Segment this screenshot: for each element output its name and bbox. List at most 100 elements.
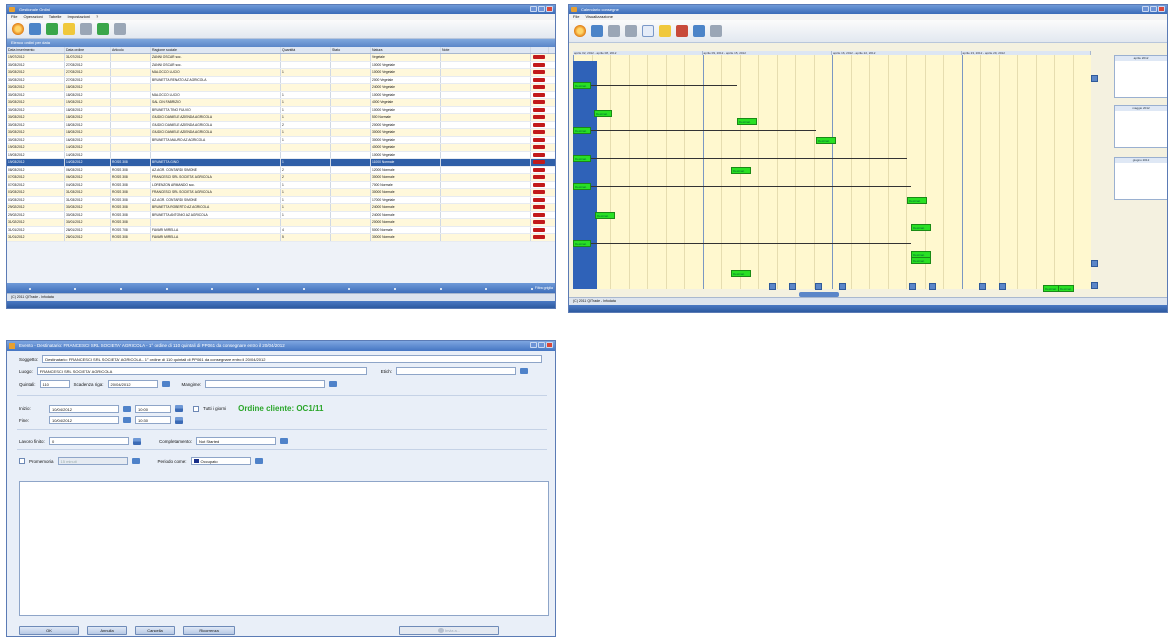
delete-row-button[interactable] bbox=[533, 85, 545, 89]
calendar-dropdown-icon[interactable] bbox=[161, 381, 170, 387]
settings-icon[interactable] bbox=[710, 25, 722, 37]
delete-row-button[interactable] bbox=[533, 220, 545, 224]
table-row[interactable]: 03/03/2012 31/03/2012 ROSS 308 FRANCESCI SR… bbox=[7, 189, 555, 197]
chevron-down-icon[interactable] bbox=[329, 381, 338, 387]
calendar-icon[interactable] bbox=[63, 23, 75, 35]
maximize-button[interactable] bbox=[538, 6, 545, 12]
menu-file[interactable]: File bbox=[11, 14, 17, 20]
gantt-bar[interactable]: Destinat. bbox=[1058, 285, 1074, 292]
scroll-down-button[interactable] bbox=[1091, 260, 1098, 267]
delete-row-button[interactable] bbox=[533, 77, 545, 82]
nav-dot-icon[interactable] bbox=[348, 287, 351, 290]
col-header[interactable]: Note bbox=[441, 47, 531, 53]
gantt-bar[interactable]: Destinat. bbox=[731, 167, 751, 174]
table-row[interactable]: 31/01/2012 28/01/2012 ROSS 308 FAVARI MIREL… bbox=[7, 234, 555, 242]
col-header[interactable]: Data ordine bbox=[65, 47, 111, 53]
mini-calendar[interactable]: giugno 2012 bbox=[1114, 157, 1167, 200]
menu-help[interactable]: ? bbox=[96, 14, 98, 20]
col-header[interactable]: Natura bbox=[371, 47, 441, 53]
col-header[interactable]: Data inserimento bbox=[7, 47, 65, 53]
delete-row-button[interactable] bbox=[533, 100, 545, 104]
scroll-up-button[interactable] bbox=[1091, 75, 1098, 82]
minimize-button[interactable] bbox=[1142, 6, 1149, 12]
nav-dot-icon[interactable] bbox=[120, 287, 123, 290]
delete-row-button[interactable] bbox=[533, 212, 545, 217]
nav-dot-icon[interactable] bbox=[439, 287, 442, 290]
print-icon[interactable] bbox=[608, 25, 620, 37]
delete-row-button[interactable] bbox=[533, 137, 545, 142]
table-row[interactable]: 07/03/2012 04/03/2012 ROSS 308 LORENZON ARM… bbox=[7, 181, 555, 189]
close-button[interactable] bbox=[1158, 6, 1165, 12]
exit-icon[interactable] bbox=[574, 25, 586, 37]
gantt-bar[interactable]: Destinat. bbox=[594, 110, 612, 117]
document-icon[interactable] bbox=[80, 23, 92, 35]
timeline-nav-button[interactable] bbox=[909, 283, 916, 290]
delete-row-button[interactable] bbox=[533, 160, 545, 164]
inizio-time-input[interactable]: 10:00 bbox=[135, 404, 171, 413]
nav-dot-icon[interactable] bbox=[211, 287, 214, 290]
number-spinner[interactable] bbox=[133, 437, 141, 445]
chevron-down-icon[interactable] bbox=[520, 368, 529, 374]
gantt-bar[interactable]: Destinat. bbox=[911, 257, 931, 264]
delete-row-button[interactable] bbox=[533, 107, 545, 112]
gantt-bar[interactable]: Destinat. bbox=[573, 127, 591, 134]
table-row[interactable]: 08/03/2012 06/03/2012 ROSS 308 AZ.AGR. CONT… bbox=[7, 166, 555, 174]
gantt-bar[interactable]: Destinat. bbox=[573, 82, 591, 89]
time-spinner[interactable] bbox=[175, 405, 183, 412]
table-row[interactable]: 19/07/2012 31/07/2012 ZANNI OSCAR soc. Vege… bbox=[7, 54, 555, 62]
recurrence-button[interactable]: Ricorrenza bbox=[183, 626, 235, 635]
refresh-icon[interactable] bbox=[625, 25, 637, 37]
gantt-bar[interactable]: Destinat. bbox=[595, 212, 615, 219]
table-row[interactable]: 19/03/2012 14/03/2012 ROSS 308 BRUNETTA GIN… bbox=[7, 159, 555, 167]
gantt-bar[interactable]: Destinat. bbox=[573, 155, 591, 162]
table-row[interactable]: 31/01/2012 28/01/2012 ROSS 708 FAVARI MIREL… bbox=[7, 226, 555, 234]
mini-calendar[interactable]: maggio 2012 bbox=[1114, 105, 1167, 148]
timeline-nav-button[interactable] bbox=[999, 283, 1006, 290]
lavoro-input[interactable]: 0 bbox=[49, 437, 129, 445]
maximize-button[interactable] bbox=[1150, 6, 1157, 12]
table-row[interactable]: 19/03/2012 14/03/2012 10000 Vegetale bbox=[7, 151, 555, 159]
delete-row-button[interactable] bbox=[533, 130, 545, 134]
periodo-select[interactable]: Occupato bbox=[190, 457, 251, 465]
excel-icon[interactable] bbox=[97, 23, 109, 35]
delete-row-button[interactable] bbox=[533, 235, 545, 239]
gantt-bar[interactable]: Destinat. bbox=[816, 137, 836, 144]
soggetto-input[interactable]: Destinatario: FRANCESCI SRL SOCIETA' AGR… bbox=[42, 355, 543, 363]
table-row[interactable]: 30/03/2012 27/03/2012 ZANNI OSCAR soc. 1000… bbox=[7, 61, 555, 69]
col-header[interactable]: Articolo bbox=[111, 47, 151, 53]
week-view-icon[interactable] bbox=[659, 25, 671, 37]
table-row[interactable]: 30/03/2012 19/03/2012 SAL CIN FABRIZIO 1 400… bbox=[7, 99, 555, 107]
promemoria-select[interactable]: 15 minuti bbox=[57, 457, 128, 465]
table-row[interactable]: 30/03/2012 18/03/2012 BRUNETTA TINO FULVIO… bbox=[7, 106, 555, 114]
delete-row-button[interactable] bbox=[533, 205, 545, 209]
save-icon[interactable] bbox=[29, 23, 41, 35]
filter-grid-button[interactable]: Filtra griglia bbox=[527, 284, 553, 293]
delete-row-button[interactable] bbox=[533, 197, 545, 202]
cancel-button[interactable]: Annulla bbox=[87, 626, 127, 635]
gantt-bar[interactable]: Destinat. bbox=[573, 183, 591, 190]
chevron-down-icon[interactable] bbox=[280, 438, 289, 444]
scroll-end-button[interactable] bbox=[1091, 282, 1098, 289]
nav-dot-icon[interactable] bbox=[74, 287, 77, 290]
delete-button[interactable]: Cancella bbox=[135, 626, 175, 635]
table-row[interactable]: 30/03/2012 18/03/2012 GIUDICI DANIELE AZIE… bbox=[7, 114, 555, 122]
timeline-area[interactable] bbox=[573, 55, 1091, 289]
luogo-input[interactable]: FRANCESCI SRL SOCIETA' AGRICOLA bbox=[36, 367, 367, 375]
table-row[interactable]: 30/03/2012 18/03/2012 24000 Vegetale bbox=[7, 84, 555, 92]
table-row[interactable]: 30/03/2012 18/03/2012 GIUDICI DANIELE AZIE… bbox=[7, 129, 555, 137]
delete-row-button[interactable] bbox=[533, 122, 545, 127]
table-row[interactable]: 30/03/2012 18/03/2012 GIUDICI DANIELE AZIE… bbox=[7, 121, 555, 129]
gantt-bar[interactable]: Destinat. bbox=[573, 240, 591, 247]
etich-select[interactable] bbox=[396, 367, 517, 375]
ok-button[interactable]: OK bbox=[19, 626, 79, 635]
mini-calendar[interactable]: aprile 2012 bbox=[1114, 55, 1167, 98]
chevron-down-icon[interactable] bbox=[131, 458, 140, 464]
col-header[interactable]: Quantità bbox=[281, 47, 331, 53]
nav-dot-icon[interactable] bbox=[485, 287, 488, 290]
table-row[interactable]: 30/03/2012 18/03/2012 MALOCCO LUCIO 1 10000 … bbox=[7, 91, 555, 99]
promemoria-checkbox[interactable] bbox=[19, 458, 25, 464]
delete-row-button[interactable] bbox=[533, 55, 545, 59]
gantt-bar[interactable]: Destinat. bbox=[907, 197, 927, 204]
timeline-nav-button[interactable] bbox=[815, 283, 822, 290]
fine-date-input[interactable]: 10/04/2012 bbox=[49, 416, 119, 424]
